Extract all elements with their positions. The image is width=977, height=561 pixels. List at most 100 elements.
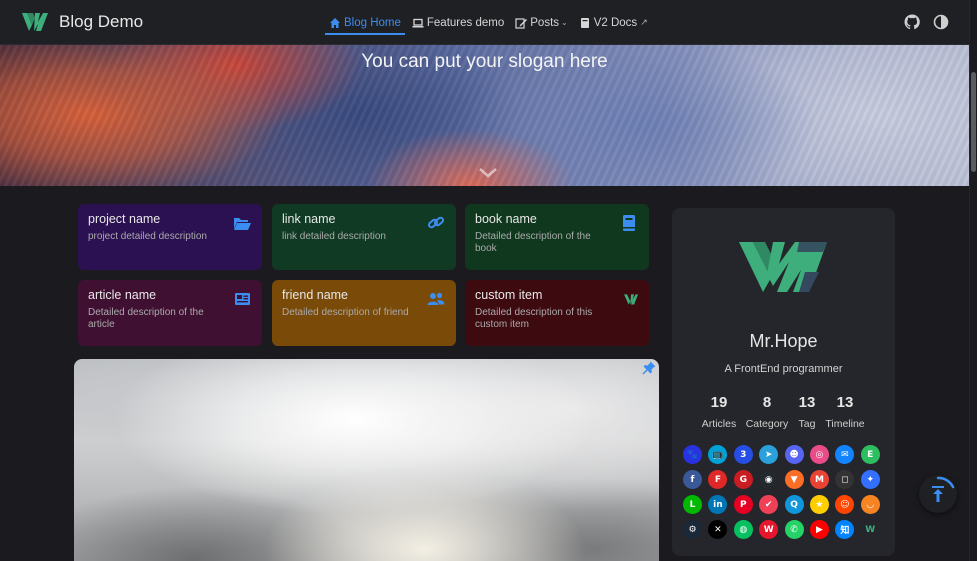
vuepress-hope-icon[interactable]: W (860, 520, 880, 539)
book-card[interactable]: book name Detailed description of the bo… (465, 204, 649, 270)
gmail-icon[interactable]: M (809, 470, 829, 489)
stat-label: Articles (701, 418, 737, 430)
evernote-icon[interactable]: E (860, 445, 880, 464)
instagram-icon[interactable]: ◻ (835, 470, 855, 489)
scrollbar-thumb[interactable] (971, 72, 976, 172)
blogger-name: Mr.Hope (749, 331, 818, 351)
rss-icon[interactable]: ◡ (860, 495, 880, 514)
stat-timeline[interactable]: 13 Timeline (819, 394, 871, 430)
css3-icon[interactable]: 3 (733, 445, 753, 464)
nav-blog-home[interactable]: Blog Home (324, 0, 406, 45)
zhihu-icon[interactable]: 知 (835, 520, 855, 539)
stat-label: Timeline (825, 418, 865, 430)
card-title: article name (88, 288, 157, 302)
stat-tag[interactable]: 13 Tag (795, 394, 819, 430)
users-icon (427, 292, 445, 305)
link-icon (427, 216, 445, 229)
gitee-icon[interactable]: G (733, 470, 753, 489)
chevron-down-icon: ⌄ (561, 18, 568, 27)
pocket-icon[interactable]: ✔ (759, 495, 779, 514)
baidu-icon[interactable]: 🐾 (683, 445, 702, 464)
theme-toggle-icon[interactable] (933, 14, 949, 30)
nav-label: V2 Docs (593, 16, 638, 29)
blogger-info-panel: Mr.Hope A FrontEnd programmer 19 Article… (672, 208, 895, 556)
main-nav: Blog Home Features demo Posts ⌄ V2 Docs … (324, 0, 654, 45)
folder-open-icon (234, 218, 251, 230)
stat-articles[interactable]: 19 Articles (699, 394, 739, 430)
blogger-stats: 19 Articles 8 Category 13 Tag 13 Timelin… (699, 394, 871, 430)
nav-posts[interactable]: Posts ⌄ (510, 0, 572, 45)
book-icon (623, 215, 635, 231)
edit-icon (515, 17, 528, 29)
newspaper-icon (235, 293, 250, 305)
facebook-icon[interactable]: f (683, 470, 702, 489)
lark-icon[interactable]: ✦ (860, 470, 880, 489)
laptop-icon (412, 18, 424, 27)
site-title: Blog Demo (59, 12, 144, 31)
vuepress-logo-icon (624, 294, 638, 305)
card-title: friend name (282, 288, 349, 302)
github-icon[interactable] (904, 14, 920, 30)
reddit-icon[interactable]: ☺ (835, 495, 855, 514)
blogger-description: A FrontEnd programmer (724, 363, 843, 375)
article-card[interactable]: article name Detailed description of the… (78, 280, 262, 346)
card-description: Detailed description of this custom item (475, 307, 593, 330)
pinterest-icon[interactable]: P (733, 495, 753, 514)
external-link-icon: ↗ (640, 17, 648, 27)
custom-item-card[interactable]: custom item Detailed description of this… (465, 280, 649, 346)
stat-number: 8 (762, 394, 772, 411)
book-icon (580, 17, 589, 28)
stat-category[interactable]: 8 Category (739, 394, 795, 430)
dribbble-icon[interactable]: ◎ (809, 445, 829, 464)
nav-v2-docs[interactable]: V2 Docs ↗ (574, 0, 653, 45)
brand-link[interactable]: Blog Demo (22, 10, 143, 34)
discord-icon[interactable]: ☻ (784, 445, 804, 464)
card-description: Detailed description of the book (475, 231, 591, 254)
back-to-top-icon (932, 476, 955, 502)
stat-number: 13 (836, 394, 854, 411)
nav-features-demo[interactable]: Features demo (407, 0, 509, 45)
link-card[interactable]: link name link detailed description (272, 204, 456, 270)
page-scrollbar[interactable] (969, 0, 977, 561)
youtube-icon[interactable]: ▶ (809, 520, 829, 539)
stat-number: 13 (798, 394, 816, 411)
steam-icon[interactable]: ⚙ (683, 520, 702, 539)
line-icon[interactable]: L (683, 495, 702, 514)
home-icon (330, 17, 340, 28)
stat-number: 19 (710, 394, 728, 411)
stat-label: Category (745, 418, 789, 430)
nav-label: Blog Home (344, 16, 401, 29)
back-to-top-button[interactable] (919, 475, 957, 513)
wechat-icon[interactable]: ◍ (733, 520, 753, 539)
qq-icon[interactable]: Q (784, 495, 804, 514)
whatsapp-icon[interactable]: ✆ (784, 520, 804, 539)
article-cover-image[interactable] (74, 359, 659, 561)
flipboard-icon[interactable]: F (708, 470, 728, 489)
linkedin-icon[interactable]: in (708, 495, 728, 514)
hero-slogan: You can put your slogan here (361, 51, 608, 72)
blogger-avatar[interactable] (739, 242, 829, 292)
card-description: Detailed description of the article (88, 307, 204, 330)
project-card[interactable]: project name project detailed descriptio… (78, 204, 262, 270)
nav-label: Posts (530, 16, 560, 29)
qzone-icon[interactable]: ★ (809, 495, 829, 514)
social-media-links: 🐾 📺 3 ➤ ☻ ◎ ✉ Ef F G ◉ ▼ M ◻ ✦ Lin P ✔ Q ★ ☺ ◡ ⚙ ✕ ◍ W ✆ ▶ 知 W (683, 445, 887, 539)
friend-card[interactable]: friend name Detailed description of frie… (272, 280, 456, 346)
chevron-down-icon[interactable] (478, 167, 498, 179)
x-twitter-icon[interactable]: ✕ (708, 520, 728, 539)
weibo-icon[interactable]: W (759, 520, 779, 539)
gitlab-icon[interactable]: ▼ (784, 470, 804, 489)
pin-icon (642, 361, 656, 375)
card-description: project detailed description (88, 231, 207, 242)
github-icon[interactable]: ◉ (759, 470, 779, 489)
telegram-icon[interactable]: ➤ (759, 445, 779, 464)
card-title: custom item (475, 288, 543, 302)
nav-label: Features demo (426, 16, 505, 29)
card-title: book name (475, 212, 537, 226)
stat-label: Tag (798, 418, 816, 430)
email-icon[interactable]: ✉ (835, 445, 855, 464)
hero-banner: You can put your slogan here (0, 45, 969, 186)
card-title: project name (88, 212, 161, 226)
card-description: Detailed description of friend (282, 307, 409, 318)
bilibili-icon[interactable]: 📺 (708, 445, 728, 464)
